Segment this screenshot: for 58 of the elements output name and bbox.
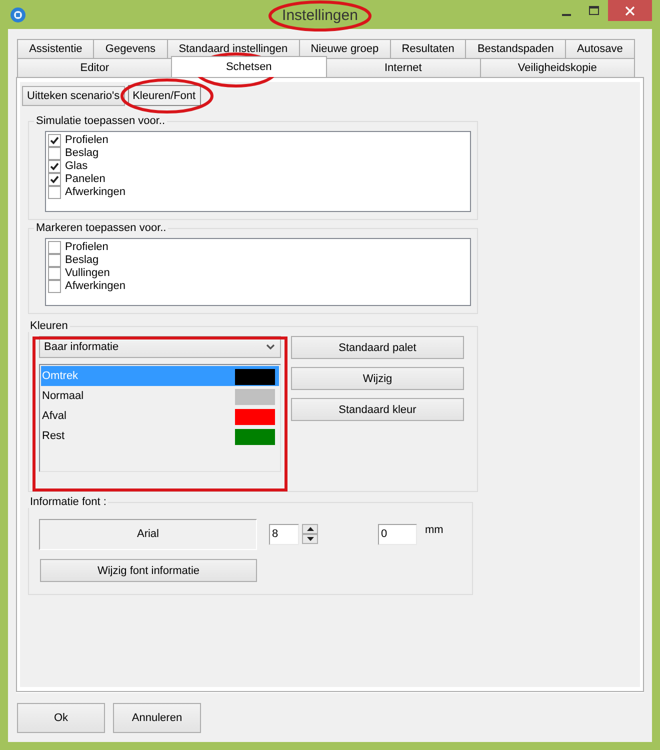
group-title: Kleuren [29,320,69,332]
checkbox[interactable] [48,186,61,199]
tab[interactable]: Uitteken scenario's [22,86,125,106]
tab[interactable]: Editor [17,58,172,77]
group-title: Markeren toepassen voor.. [35,222,168,234]
up-arrow-icon [306,527,314,531]
option-label: Beslag [65,147,99,160]
checkbox[interactable] [48,134,61,147]
spin-up-button[interactable] [302,524,318,534]
button[interactable]: Annuleren [113,702,201,732]
minimize-icon [562,14,570,16]
button[interactable]: Standaard palet [291,336,464,359]
checkbox[interactable] [48,254,61,267]
close-button[interactable] [608,0,652,21]
caret-icon [266,344,275,350]
tab[interactable]: Assistentie [17,39,94,58]
button[interactable]: Ok [17,702,105,732]
checkbox[interactable] [48,241,61,254]
checkbox[interactable] [48,147,61,160]
font-button[interactable]: Arial [39,518,257,550]
app-icon [10,6,26,22]
option-label: Afwerkingen [65,186,126,199]
list-item[interactable]: Normaal [41,386,279,406]
option-label: Afwerkingen [65,280,126,293]
window-title: Instellingen [282,7,358,24]
option-label: Profielen [65,134,108,147]
group-title: Informatie font : [29,496,108,508]
button[interactable]: Standaard kleur [291,398,464,421]
tab[interactable]: Autosave [564,39,635,58]
checkbox[interactable] [48,160,61,173]
list-item[interactable]: Rest [41,426,279,446]
tab[interactable]: Nieuwe groep [298,39,391,58]
button[interactable]: Wijzig font informatie [40,559,257,582]
close-icon [625,6,635,16]
option-label: Beslag [65,254,99,267]
down-arrow-icon [306,537,314,541]
tab[interactable]: Resultaten [390,39,466,58]
option-label: Glas [65,160,88,173]
checkbox[interactable] [48,173,61,186]
checkbox[interactable] [48,267,61,280]
tab[interactable]: Gegevens [93,39,168,58]
option-label: Vullingen [65,267,110,280]
list-item[interactable]: Afval [41,406,279,426]
option-label: Panelen [65,173,106,186]
option-label: Profielen [65,241,108,254]
unit-label: mm [425,524,444,536]
tab[interactable]: Schetsen [171,56,326,77]
checkbox[interactable] [48,280,61,293]
tab[interactable]: Kleuren/Font [128,85,201,106]
number-field[interactable]: 8 [269,524,299,544]
tab[interactable]: Bestandspaden [465,39,566,58]
maximize-icon [588,6,600,16]
group-title: Simulatie toepassen voor.. [35,115,166,127]
tab[interactable]: Veiligheidskopie [480,58,635,77]
spin-down-button[interactable] [302,534,318,544]
tab[interactable]: Internet [326,58,481,77]
button[interactable]: Wijzig [291,367,464,390]
input-field[interactable]: 0 [378,524,417,544]
